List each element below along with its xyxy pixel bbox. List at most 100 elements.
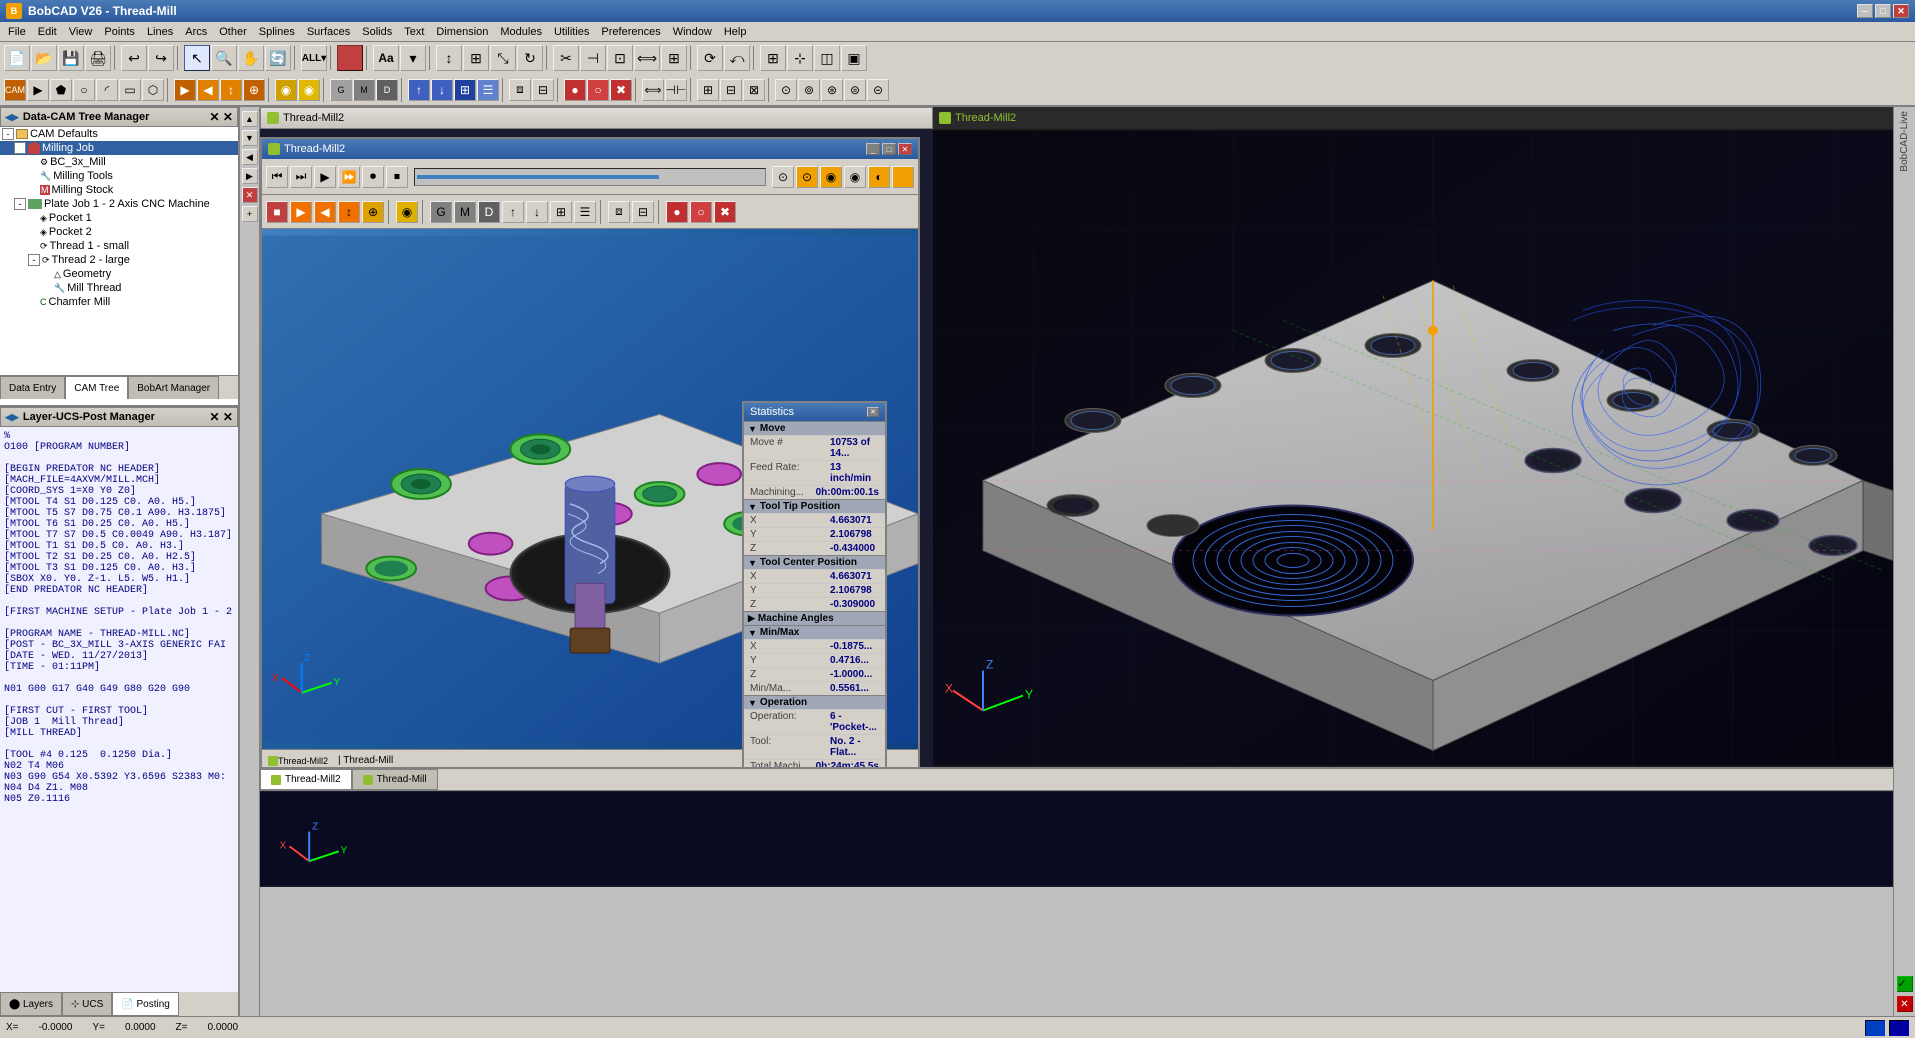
tree-item-pocket1[interactable]: ◈ Pocket 1	[0, 211, 238, 225]
transport-btn6[interactable]	[892, 166, 914, 188]
tree-item-milling-tools[interactable]: 🔧 Milling Tools	[0, 169, 238, 183]
cam-btn-17[interactable]: ○	[690, 201, 712, 223]
tb2-red-2[interactable]: ○	[587, 79, 609, 101]
maximize-button[interactable]: □	[1875, 4, 1891, 18]
offset-btn[interactable]: ⊡	[607, 45, 633, 71]
tb2-orange-3[interactable]: ↕	[220, 79, 242, 101]
cam-btn-18[interactable]: ✖	[714, 201, 736, 223]
tb2-polygon[interactable]: ⬡	[142, 79, 164, 101]
code-panel-close[interactable]: ✕ ✕	[210, 410, 233, 424]
cam-btn-14[interactable]: ⧈	[608, 201, 630, 223]
font-btn[interactable]: Aa	[373, 45, 399, 71]
stats-center-expand[interactable]: ▼	[748, 558, 757, 568]
transport-record[interactable]: ⏺	[362, 166, 384, 188]
tb2-shapes[interactable]: ⬟	[50, 79, 72, 101]
pan-button[interactable]: ✋	[238, 45, 264, 71]
stats-op-expand[interactable]: ▼	[748, 698, 757, 708]
cam-btn-11[interactable]: ↓	[526, 201, 548, 223]
strip-btn-6[interactable]: +	[242, 206, 258, 222]
menu-help[interactable]: Help	[718, 24, 753, 40]
tb2-layer[interactable]: ⊞	[697, 79, 719, 101]
3d-btn[interactable]: ◫	[814, 45, 840, 71]
transport-btn1[interactable]: ⊙	[772, 166, 794, 188]
cam-btn-16[interactable]: ●	[666, 201, 688, 223]
strip-btn-5[interactable]: ✕	[242, 187, 258, 203]
menu-points[interactable]: Points	[98, 24, 141, 40]
tb2-view2[interactable]: ⊟	[532, 79, 554, 101]
cam-btn-2[interactable]: ▶	[290, 201, 312, 223]
tb2-drill[interactable]: D	[376, 79, 398, 101]
stats-close[interactable]: ✕	[867, 407, 879, 417]
minimize-button[interactable]: ─	[1857, 4, 1873, 18]
extend-btn[interactable]: ⊣	[580, 45, 606, 71]
tree-item-pocket2[interactable]: ◈ Pocket 2	[0, 225, 238, 239]
expand-thread2[interactable]: -	[28, 254, 40, 266]
viewport-right[interactable]: Thread-Mill2	[933, 107, 1893, 767]
tree-item-mill-thread[interactable]: 🔧 Mill Thread	[0, 281, 238, 295]
tb2-misc2[interactable]: ⊚	[798, 79, 820, 101]
tb2-cam[interactable]: CAM	[4, 79, 26, 101]
menu-splines[interactable]: Splines	[253, 24, 301, 40]
transport-btn2[interactable]: ⊙	[796, 166, 818, 188]
cam-btn-7[interactable]: G	[430, 201, 452, 223]
rotate2-btn[interactable]: ↻	[517, 45, 543, 71]
anim-close[interactable]: ✕	[898, 143, 912, 155]
transport-stop[interactable]: ⏹	[386, 166, 408, 188]
menu-utilities[interactable]: Utilities	[548, 24, 595, 40]
tree-item-plate-job[interactable]: - Plate Job 1 - 2 Axis CNC Machine	[0, 197, 238, 211]
tab-layers[interactable]: ⬤ Layers	[0, 992, 62, 1016]
tree-item-thread2[interactable]: - ⟳ Thread 2 - large	[0, 253, 238, 267]
tb2-mill[interactable]: M	[353, 79, 375, 101]
anim-minimize[interactable]: _	[866, 143, 880, 155]
strip-btn-1[interactable]: ▲	[242, 111, 258, 127]
transport-btn3[interactable]: ◉	[820, 166, 842, 188]
menu-solids[interactable]: Solids	[356, 24, 398, 40]
strip-btn-2[interactable]: ▼	[242, 130, 258, 146]
transport-btn4[interactable]: ◉	[844, 166, 866, 188]
grid-btn[interactable]: ⊞	[760, 45, 786, 71]
cam-btn-5[interactable]: ⊕	[362, 201, 384, 223]
redo-button[interactable]: ↪	[148, 45, 174, 71]
menu-text[interactable]: Text	[398, 24, 430, 40]
cam-btn-12[interactable]: ⊞	[550, 201, 572, 223]
tb2-flip[interactable]: ⟺	[642, 79, 664, 101]
tb2-misc3[interactable]: ⊛	[821, 79, 843, 101]
tb2-misc4[interactable]: ⊜	[844, 79, 866, 101]
tb2-cam2[interactable]: G	[330, 79, 352, 101]
tab-thread-mill[interactable]: Thread-Mill	[352, 769, 438, 790]
save-button[interactable]: 💾	[58, 45, 84, 71]
tab-data-entry[interactable]: Data Entry	[0, 376, 65, 399]
view3d-btn[interactable]: ▣	[841, 45, 867, 71]
transport-prev[interactable]: ⏭	[290, 166, 312, 188]
tb2-circle[interactable]: ○	[73, 79, 95, 101]
viewport-3d-main[interactable]: Thread-Mill2 Thread-Mill2 _ □ ✕	[260, 107, 933, 767]
tb2-layer2[interactable]: ⊟	[720, 79, 742, 101]
expand-milling-job[interactable]: -	[14, 142, 26, 154]
tb2-play[interactable]: ▶	[27, 79, 49, 101]
tb2-blue-4[interactable]: ☰	[477, 79, 499, 101]
stats-minmax-expand[interactable]: ▼	[748, 628, 757, 638]
color-btn[interactable]	[337, 45, 363, 71]
tree-item-bc3x-mill[interactable]: ⚙ BC_3x_Mill	[0, 155, 238, 169]
menu-surfaces[interactable]: Surfaces	[301, 24, 356, 40]
menu-lines[interactable]: Lines	[141, 24, 179, 40]
refresh-btn[interactable]: ⟳	[697, 45, 723, 71]
tb2-blue-2[interactable]: ↓	[431, 79, 453, 101]
expand-cam-defaults[interactable]: -	[2, 128, 14, 140]
tree-panel-close[interactable]: ✕ ✕	[210, 110, 233, 124]
menu-file[interactable]: File	[2, 24, 32, 40]
transport-start[interactable]: ⏮	[266, 166, 288, 188]
tab-cam-tree[interactable]: CAM Tree	[65, 376, 128, 399]
menu-preferences[interactable]: Preferences	[595, 24, 666, 40]
tb2-layer3[interactable]: ⊠	[743, 79, 765, 101]
tree-item-chamfer[interactable]: C Chamfer Mill	[0, 295, 238, 309]
tab-bobart[interactable]: BobArt Manager	[128, 376, 219, 399]
menu-modules[interactable]: Modules	[494, 24, 548, 40]
trim-btn[interactable]: ✂	[553, 45, 579, 71]
tb2-blue-3[interactable]: ⊞	[454, 79, 476, 101]
tb2-orange-2[interactable]: ◀	[197, 79, 219, 101]
close-button[interactable]: ✕	[1893, 4, 1909, 18]
tree-content[interactable]: - CAM Defaults - Milling Job ⚙ BC_3x_Mil…	[0, 127, 238, 375]
cam-btn-4[interactable]: ↕	[338, 201, 360, 223]
transport-play[interactable]: ▶	[314, 166, 336, 188]
